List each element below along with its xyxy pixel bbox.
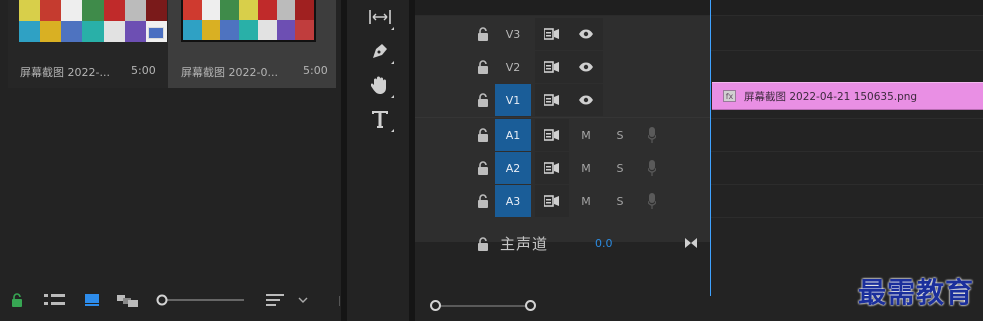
freeform-view-icon[interactable] — [117, 290, 139, 310]
lock-icon[interactable] — [477, 92, 489, 107]
track-target[interactable]: V1 — [495, 84, 531, 116]
sequence-badge-icon — [148, 27, 164, 39]
clip-name: 屏幕截图 2022-0... — [181, 66, 278, 79]
solo-button[interactable]: S — [605, 185, 635, 217]
divider — [710, 184, 983, 185]
track-v3: V3 — [415, 18, 710, 50]
type-tool-icon[interactable] — [367, 106, 394, 132]
lock-icon[interactable] — [477, 160, 489, 175]
project-panel: 屏幕截图 2022-... 5:00 屏幕截图 2022-0... 5:00 — [0, 0, 341, 321]
divider — [415, 117, 710, 118]
mute-button[interactable]: M — [571, 119, 601, 151]
solo-button[interactable]: S — [605, 119, 635, 151]
track-area[interactable] — [710, 16, 983, 242]
track-a2: A2 M S — [415, 152, 710, 184]
microphone-icon[interactable] — [637, 185, 667, 217]
track-a3: A3 M S — [415, 185, 710, 217]
track-v1: V1 — [415, 84, 710, 116]
eye-icon[interactable] — [569, 18, 603, 50]
clip-name: 屏幕截图 2022-... — [20, 66, 110, 79]
lock-icon[interactable] — [477, 26, 489, 41]
sync-lock-icon[interactable] — [535, 18, 569, 50]
sync-lock-icon[interactable] — [535, 152, 569, 184]
slip-tool-icon[interactable] — [367, 4, 394, 30]
divider — [339, 296, 340, 306]
list-view-icon[interactable] — [44, 290, 66, 310]
scrollbar-handle-left[interactable] — [430, 300, 441, 311]
track-target[interactable]: A2 — [495, 152, 531, 184]
timeline-scrollbar[interactable] — [435, 305, 535, 307]
sync-lock-icon[interactable] — [535, 84, 569, 116]
watermark: 最需教育 — [858, 276, 975, 309]
master-volume-value[interactable]: 0.0 — [595, 237, 613, 250]
master-track: 主声道 0.0 — [415, 228, 710, 258]
zoom-slider[interactable] — [156, 290, 246, 310]
project-clip-2[interactable]: 屏幕截图 2022-0... 5:00 — [168, 0, 336, 88]
sync-lock-icon[interactable] — [535, 185, 569, 217]
clip-duration: 5:00 — [131, 64, 156, 77]
clip-thumbnail — [19, 0, 167, 42]
sync-lock-icon[interactable] — [535, 119, 569, 151]
icon-view-icon[interactable] — [83, 290, 101, 310]
divider — [710, 151, 983, 152]
tools-panel — [347, 0, 409, 321]
lock-icon[interactable] — [477, 59, 489, 74]
scrollbar-handle-right[interactable] — [525, 300, 536, 311]
sync-lock-icon[interactable] — [535, 51, 569, 83]
timeline-clip-name: 屏幕截图 2022-04-21 150635.png — [744, 91, 918, 103]
time-ruler[interactable] — [415, 0, 983, 16]
solo-button[interactable]: S — [605, 152, 635, 184]
clip-thumbnail — [181, 0, 316, 42]
eye-icon[interactable] — [569, 84, 603, 116]
track-target[interactable]: V2 — [495, 51, 531, 83]
fx-badge: fx — [723, 90, 736, 102]
divider — [710, 217, 983, 218]
mute-button[interactable]: M — [571, 185, 601, 217]
divider — [710, 118, 983, 119]
project-clip-1[interactable]: 屏幕截图 2022-... 5:00 — [8, 0, 168, 88]
lock-icon[interactable] — [477, 193, 489, 208]
track-target[interactable]: V3 — [495, 18, 531, 50]
clip-duration: 5:00 — [303, 64, 328, 77]
divider — [710, 50, 983, 51]
track-a1: A1 M S — [415, 119, 710, 151]
track-target[interactable]: A1 — [495, 119, 531, 151]
lock-icon[interactable] — [477, 127, 489, 142]
mute-button[interactable]: M — [571, 152, 601, 184]
track-target[interactable]: A3 — [495, 185, 531, 217]
track-headers: V3 V2 V1 A1 M S A2 M S A3 M S 主声道 0.0 — [415, 16, 710, 253]
master-track-label: 主声道 — [500, 235, 549, 253]
project-lock-icon[interactable] — [10, 290, 24, 310]
timeline-clip[interactable]: fx 屏幕截图 2022-04-21 150635.png — [712, 82, 983, 110]
chevron-down-icon[interactable] — [296, 290, 310, 310]
bowtie-icon[interactable] — [685, 238, 697, 251]
pen-tool-icon[interactable] — [367, 38, 394, 64]
project-bin: 屏幕截图 2022-... 5:00 屏幕截图 2022-0... 5:00 — [8, 0, 336, 280]
microphone-icon[interactable] — [637, 152, 667, 184]
sort-icon[interactable] — [265, 290, 285, 310]
track-v2: V2 — [415, 51, 710, 83]
playhead[interactable] — [710, 0, 711, 296]
lock-icon[interactable] — [477, 236, 489, 251]
hand-tool-icon[interactable] — [367, 72, 394, 98]
microphone-icon[interactable] — [637, 119, 667, 151]
eye-icon[interactable] — [569, 51, 603, 83]
